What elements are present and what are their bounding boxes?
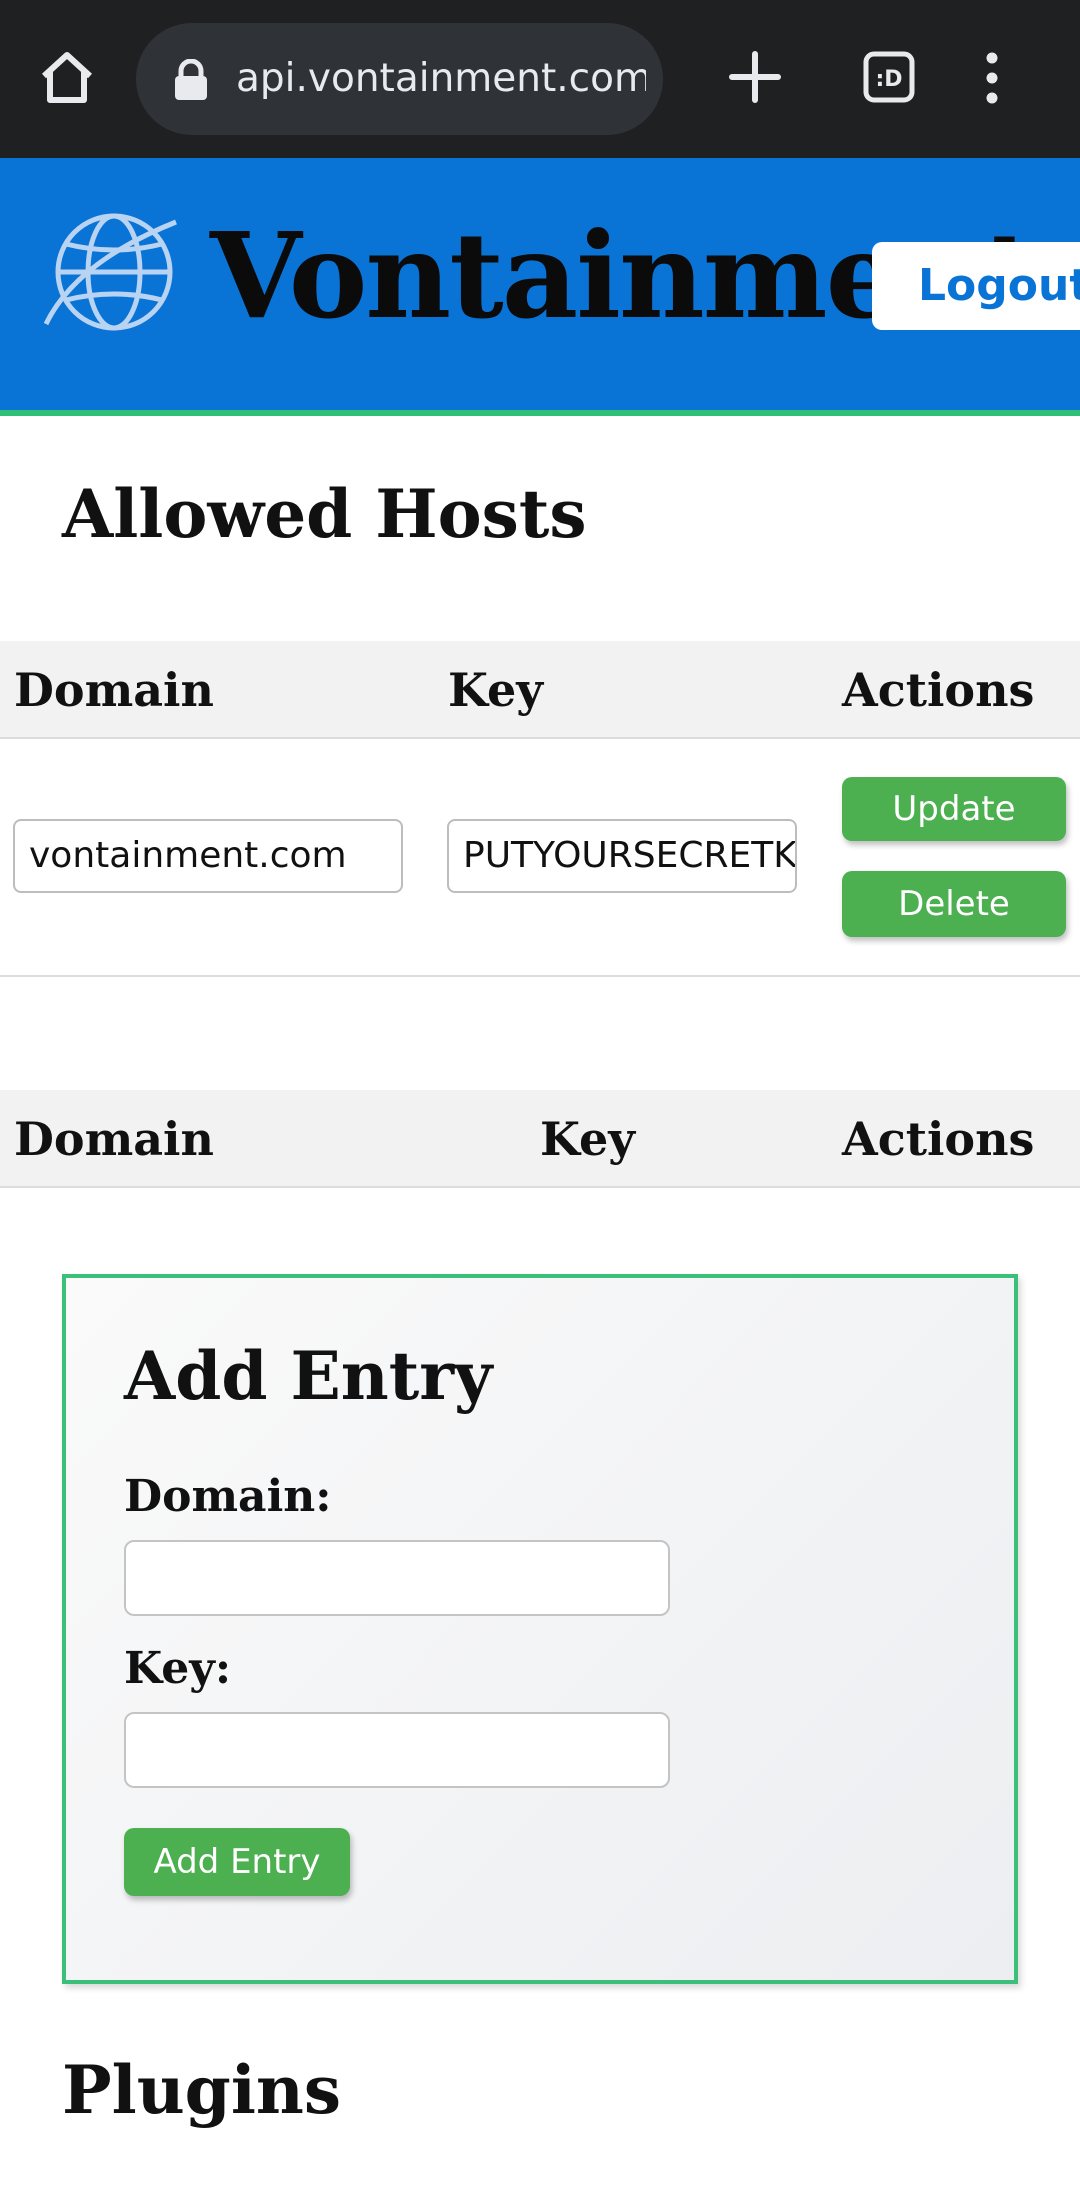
column-header-actions: Actions [842,663,1035,717]
logout-button[interactable]: Logout [872,242,1080,330]
add-entry-title: Add Entry [124,1337,493,1415]
new-tab-icon[interactable] [728,50,782,104]
column-header-actions: Actions [842,1112,1035,1166]
table-row: vontainment.com PUTYOURSECRETKEY Update … [0,741,1080,977]
tab-switcher-icon: :D [863,51,915,103]
page-title: Allowed Hosts [62,475,587,553]
address-bar[interactable]: api.vontainment.com/ [136,23,663,135]
column-header-domain: Domain [14,663,214,717]
tab-count: :D [875,67,902,92]
lock-icon [175,59,207,100]
second-table-header: Domain Key Actions [0,1090,1080,1188]
column-header-key: Key [540,1112,635,1166]
add-entry-form: Add Entry Domain: Key: Add Entry [62,1274,1018,1984]
browser-toolbar: api.vontainment.com/ :D [0,0,1080,158]
hosts-table-header: Domain Key Actions [0,641,1080,739]
column-header-domain: Domain [14,1112,214,1166]
update-button[interactable]: Update [842,777,1066,841]
new-domain-input[interactable] [124,1540,670,1616]
home-icon[interactable] [36,46,98,108]
key-input[interactable]: PUTYOURSECRETKEY [447,819,797,893]
domain-input[interactable]: vontainment.com [13,819,403,893]
delete-button[interactable]: Delete [842,871,1066,937]
new-key-input[interactable] [124,1712,670,1788]
column-header-key: Key [448,663,543,717]
add-entry-button[interactable]: Add Entry [124,1828,350,1896]
url-text: api.vontainment.com/ [236,56,646,101]
globe-logo-icon [43,213,177,331]
tab-switcher-button[interactable]: :D [862,50,916,104]
plugins-title: Plugins [62,2051,342,2129]
key-label: Key: [124,1643,232,1694]
more-options-icon[interactable] [982,52,1002,104]
domain-label: Domain: [124,1471,332,1522]
site-header: Vontainment Logout [0,158,1080,416]
